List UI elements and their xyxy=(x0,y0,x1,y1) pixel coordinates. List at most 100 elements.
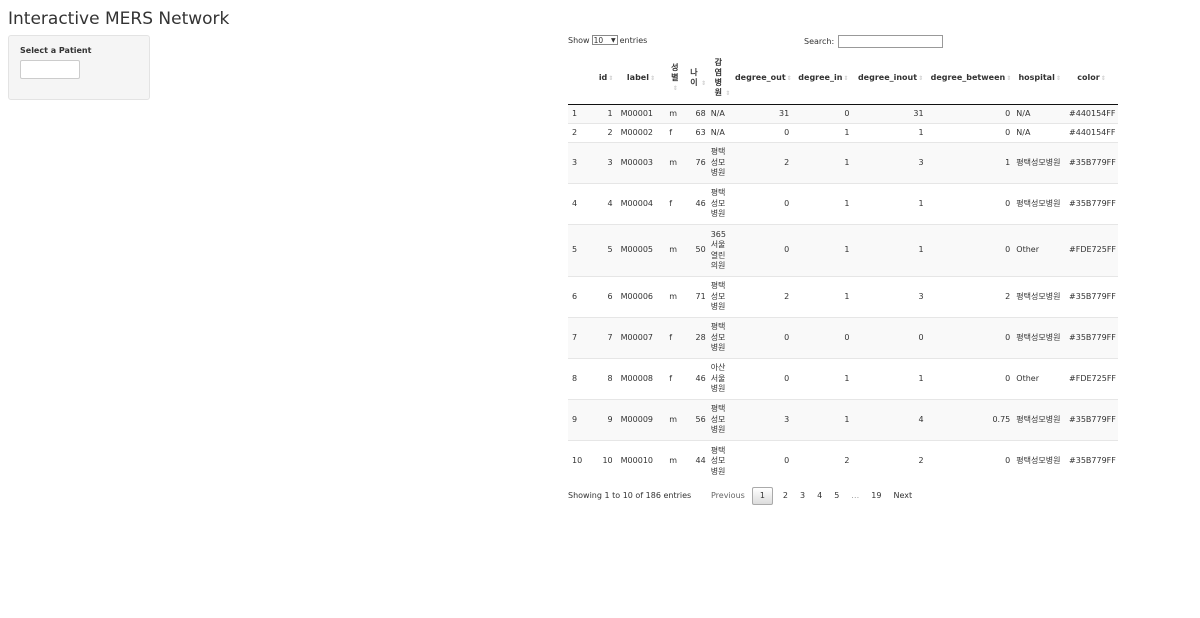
column-header[interactable]: color⇕ xyxy=(1065,52,1118,105)
table-row[interactable]: 6 6 M00006 m 71 평택성모병원 2 1 3 2 평택성모병원 #35B779FF xyxy=(568,276,1118,318)
sort-icon: ⇕ xyxy=(918,74,924,82)
table-row[interactable]: 1 1 M00001 m 68 N/A 31 0 31 0 N/A #440154FF xyxy=(568,104,1118,124)
table-cell-id: 7 xyxy=(595,317,617,359)
table-cell-id: 8 xyxy=(595,358,617,400)
table-cell-color: #35B779FF xyxy=(1065,276,1118,318)
table-cell-sex: m xyxy=(665,224,685,277)
table-cell-label: M00009 xyxy=(616,399,666,441)
sort-icon: ⇕ xyxy=(700,79,707,87)
table-cell-id: 9 xyxy=(595,399,617,441)
table-cell-dout: 0 xyxy=(732,358,794,400)
pagination-ellipsis: … xyxy=(851,491,860,500)
table-cell-color: #FDE725FF xyxy=(1065,224,1118,277)
table-row[interactable]: 8 8 M00008 f 46 아산서울병원 0 1 1 0 Other #FDE725FF xyxy=(568,358,1118,400)
column-header-label: label xyxy=(626,72,649,82)
column-header[interactable]: degree_between⇕ xyxy=(927,52,1015,105)
table-cell-dbet: 0 xyxy=(927,104,1015,124)
table-cell-inf: 평택성모병원 xyxy=(709,142,733,184)
table-cell-age: 46 xyxy=(684,358,710,400)
column-header-label: 성별 xyxy=(671,62,679,82)
table-cell-id: 5 xyxy=(595,224,617,277)
table-cell-rn: 3 xyxy=(568,142,596,184)
table-cell-color: #35B779FF xyxy=(1065,317,1118,359)
table-cell-din: 0 xyxy=(793,317,854,359)
table-cell-rn: 5 xyxy=(568,224,596,277)
table-cell-dio: 1 xyxy=(853,358,928,400)
sort-icon: ⇕ xyxy=(1006,74,1012,82)
table-cell-hospital: Other xyxy=(1014,224,1066,277)
column-header[interactable]: degree_in⇕ xyxy=(793,52,854,105)
page-button[interactable]: 4 xyxy=(811,487,828,505)
search-input[interactable] xyxy=(838,35,944,48)
table-row[interactable]: 10 10 M00010 m 44 평택성모병원 0 2 2 0 평택성모병원 #35B779FF xyxy=(568,440,1118,482)
table-cell-age: 44 xyxy=(684,440,710,482)
page-button[interactable]: 5 xyxy=(828,487,845,505)
patient-select-panel: Select a Patient xyxy=(8,35,150,100)
sort-icon: ⇕ xyxy=(1055,74,1061,82)
table-cell-dbet: 0 xyxy=(927,358,1015,400)
table-row[interactable]: 3 3 M00003 m 76 평택성모병원 2 1 3 1 평택성모병원 #35B779FF xyxy=(568,142,1118,184)
column-header-label: degree_inout xyxy=(857,72,918,82)
table-cell-dio: 0 xyxy=(853,317,928,359)
page-button-last[interactable]: 19 xyxy=(865,487,887,505)
table-row[interactable]: 5 5 M00005 m 50 365서울열린의원 0 1 1 0 Other #FDE725FF xyxy=(568,224,1118,277)
column-header[interactable]: hospital⇕ xyxy=(1014,52,1066,105)
table-cell-sex: f xyxy=(665,317,685,359)
table-cell-dbet: 2 xyxy=(927,276,1015,318)
column-header[interactable]: 성별 ⇕ xyxy=(665,52,685,105)
table-cell-inf: 365서울열린의원 xyxy=(709,224,733,277)
table-cell-dio: 1 xyxy=(853,224,928,277)
next-page-button[interactable]: Next xyxy=(887,487,918,505)
table-cell-label: M00001 xyxy=(616,104,666,124)
column-header[interactable]: degree_out⇕ xyxy=(732,52,794,105)
column-header[interactable]: degree_inout⇕ xyxy=(853,52,928,105)
column-header[interactable]: 나이 ⇕ xyxy=(684,52,710,105)
table-cell-dout: 0 xyxy=(732,317,794,359)
column-header[interactable]: id⇕ xyxy=(595,52,617,105)
column-header[interactable]: label⇕ xyxy=(616,52,666,105)
page-length-select[interactable]: 10 ▼ xyxy=(591,35,618,45)
column-header-label: degree_out xyxy=(734,72,786,82)
table-cell-hospital: Other xyxy=(1014,358,1066,400)
patient-select-input[interactable] xyxy=(20,60,80,79)
table-cell-hospital: 평택성모병원 xyxy=(1014,440,1066,482)
table-cell-hospital: 평택성모병원 xyxy=(1014,317,1066,359)
table-row[interactable]: 4 4 M00004 f 46 평택성모병원 0 1 1 0 평택성모병원 #35B779FF xyxy=(568,183,1118,225)
column-header-label: 감염병원 xyxy=(714,57,722,97)
table-cell-din: 1 xyxy=(793,123,854,143)
page-button[interactable]: 3 xyxy=(794,487,811,505)
column-header-label: 나이 xyxy=(690,67,698,87)
show-label: Show xyxy=(568,35,590,45)
table-cell-age: 76 xyxy=(684,142,710,184)
page-button-current[interactable]: 1 xyxy=(751,487,773,505)
table-cell-dout: 0 xyxy=(732,123,794,143)
table-cell-id: 4 xyxy=(595,183,617,225)
table-cell-dbet: 0 xyxy=(927,183,1015,225)
table-cell-dio: 1 xyxy=(853,183,928,225)
table-cell-color: #FDE725FF xyxy=(1065,358,1118,400)
table-cell-hospital: 평택성모병원 xyxy=(1014,142,1066,184)
table-cell-age: 56 xyxy=(684,399,710,441)
table-row[interactable]: 2 2 M00002 f 63 N/A 0 1 1 0 N/A #440154FF xyxy=(568,123,1118,143)
table-cell-dio: 31 xyxy=(853,104,928,124)
table-cell-dbet: 0 xyxy=(927,440,1015,482)
pagination: Previous 1 2 3 4 5 … 19 Next xyxy=(704,487,918,505)
table-row[interactable]: 9 9 M00009 m 56 평택성모병원 3 1 4 0.75 평택성모병원 #35B779FF xyxy=(568,399,1118,441)
table-cell-color: #440154FF xyxy=(1065,104,1118,124)
table-cell-din: 1 xyxy=(793,142,854,184)
table-info: Showing 1 to 10 of 186 entries xyxy=(568,491,692,500)
column-header[interactable]: 감염병원 ⇕ xyxy=(709,52,733,105)
table-cell-dout: 3 xyxy=(732,399,794,441)
table-cell-id: 2 xyxy=(595,123,617,143)
table-cell-inf: 평택성모병원 xyxy=(709,440,733,482)
table-cell-color: #35B779FF xyxy=(1065,142,1118,184)
table-cell-label: M00007 xyxy=(616,317,666,359)
table-cell-sex: m xyxy=(665,276,685,318)
page-button[interactable]: 2 xyxy=(777,487,794,505)
table-cell-rn: 2 xyxy=(568,123,596,143)
column-header-label: degree_between xyxy=(930,72,1006,82)
previous-page-button[interactable]: Previous xyxy=(704,487,752,505)
table-cell-din: 1 xyxy=(793,183,854,225)
table-cell-id: 3 xyxy=(595,142,617,184)
table-row[interactable]: 7 7 M00007 f 28 평택성모병원 0 0 0 0 평택성모병원 #35B779FF xyxy=(568,317,1118,359)
